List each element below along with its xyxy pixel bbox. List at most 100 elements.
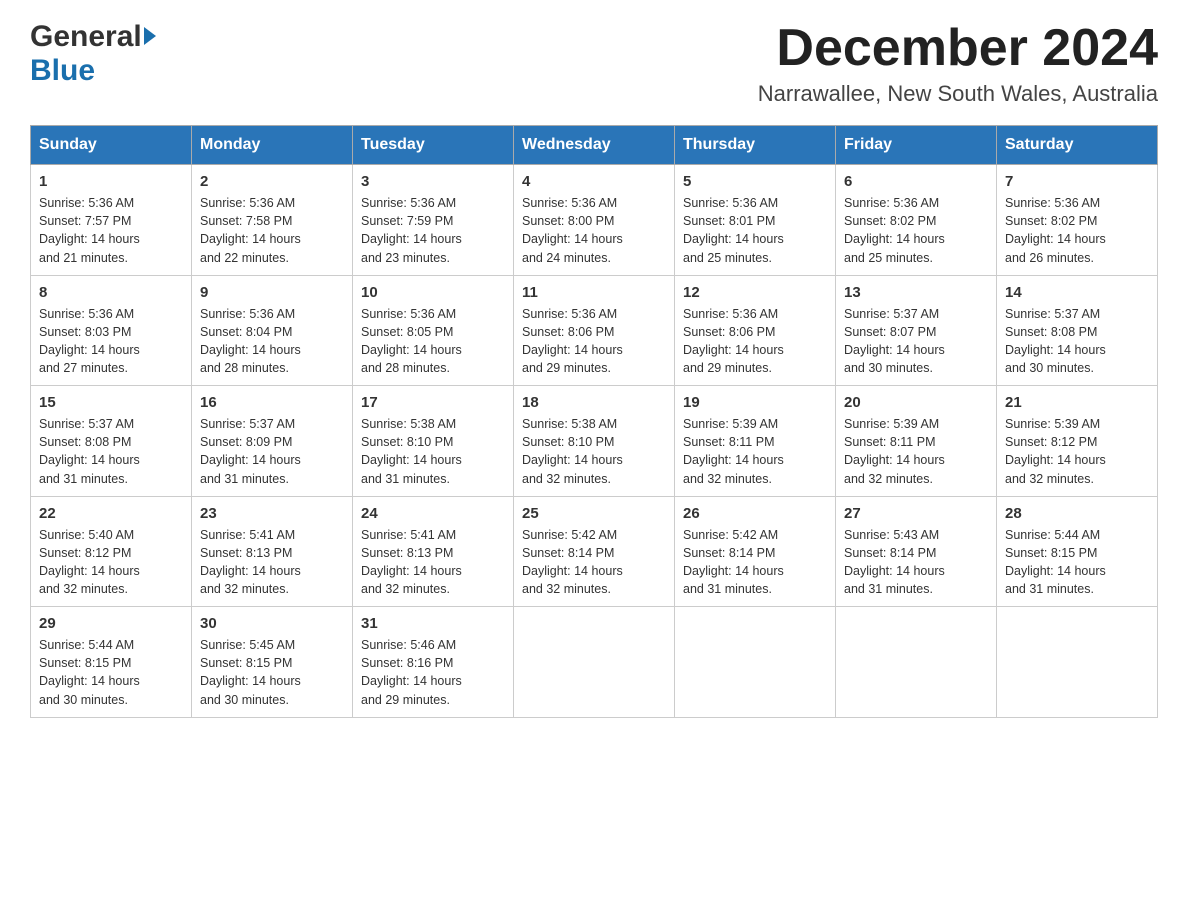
day-cell: 1 Sunrise: 5:36 AMSunset: 7:57 PMDaylight… bbox=[31, 165, 192, 276]
day-number: 9 bbox=[200, 284, 344, 301]
day-info: Sunrise: 5:43 AMSunset: 8:14 PMDaylight:… bbox=[844, 526, 988, 599]
calendar-row: 15 Sunrise: 5:37 AMSunset: 8:08 PMDayligh… bbox=[31, 386, 1158, 497]
day-cell: 15 Sunrise: 5:37 AMSunset: 8:08 PMDayligh… bbox=[31, 386, 192, 497]
day-cell: 26 Sunrise: 5:42 AMSunset: 8:14 PMDayligh… bbox=[675, 496, 836, 607]
day-number: 6 bbox=[844, 173, 988, 190]
day-info: Sunrise: 5:36 AMSunset: 8:06 PMDaylight:… bbox=[683, 305, 827, 378]
day-info: Sunrise: 5:42 AMSunset: 8:14 PMDaylight:… bbox=[683, 526, 827, 599]
day-info: Sunrise: 5:39 AMSunset: 8:12 PMDaylight:… bbox=[1005, 415, 1149, 488]
day-cell: 24Sunrise: 5:41 AMSunset: 8:13 PMDayligh… bbox=[353, 496, 514, 607]
day-info: Sunrise: 5:40 AMSunset: 8:12 PMDaylight:… bbox=[39, 526, 183, 599]
day-info: Sunrise: 5:36 AMSunset: 8:03 PMDaylight:… bbox=[39, 305, 183, 378]
day-number: 27 bbox=[844, 505, 988, 522]
day-cell: 30 Sunrise: 5:45 AMSunset: 8:15 PMDayligh… bbox=[192, 607, 353, 718]
day-cell: 3 Sunrise: 5:36 AMSunset: 7:59 PMDaylight… bbox=[353, 165, 514, 276]
day-cell: 28Sunrise: 5:44 AMSunset: 8:15 PMDayligh… bbox=[997, 496, 1158, 607]
day-info: Sunrise: 5:46 AMSunset: 8:16 PMDaylight:… bbox=[361, 636, 505, 709]
day-number: 8 bbox=[39, 284, 183, 301]
day-info: Sunrise: 5:36 AMSunset: 8:01 PMDaylight:… bbox=[683, 194, 827, 267]
weekday-header-row: SundayMondayTuesdayWednesdayThursdayFrid… bbox=[31, 126, 1158, 165]
day-info: Sunrise: 5:45 AMSunset: 8:15 PMDaylight:… bbox=[200, 636, 344, 709]
weekday-header-monday: Monday bbox=[192, 126, 353, 165]
day-cell: 17 Sunrise: 5:38 AMSunset: 8:10 PMDayligh… bbox=[353, 386, 514, 497]
day-info: Sunrise: 5:39 AMSunset: 8:11 PMDaylight:… bbox=[683, 415, 827, 488]
day-number: 25 bbox=[522, 505, 666, 522]
day-number: 20 bbox=[844, 394, 988, 411]
day-info: Sunrise: 5:37 AMSunset: 8:07 PMDaylight:… bbox=[844, 305, 988, 378]
day-number: 12 bbox=[683, 284, 827, 301]
day-info: Sunrise: 5:36 AMSunset: 8:06 PMDaylight:… bbox=[522, 305, 666, 378]
day-info: Sunrise: 5:36 AMSunset: 8:02 PMDaylight:… bbox=[844, 194, 988, 267]
month-year-title: December 2024 bbox=[758, 20, 1158, 77]
day-cell: 27 Sunrise: 5:43 AMSunset: 8:14 PMDayligh… bbox=[836, 496, 997, 607]
day-number: 15 bbox=[39, 394, 183, 411]
day-cell: 7 Sunrise: 5:36 AMSunset: 8:02 PMDaylight… bbox=[997, 165, 1158, 276]
weekday-header-thursday: Thursday bbox=[675, 126, 836, 165]
day-number: 26 bbox=[683, 505, 827, 522]
day-cell: 21 Sunrise: 5:39 AMSunset: 8:12 PMDayligh… bbox=[997, 386, 1158, 497]
day-info: Sunrise: 5:44 AMSunset: 8:15 PMDaylight:… bbox=[1005, 526, 1149, 599]
day-cell: 13Sunrise: 5:37 AMSunset: 8:07 PMDayligh… bbox=[836, 275, 997, 386]
day-number: 29 bbox=[39, 615, 183, 632]
weekday-header-friday: Friday bbox=[836, 126, 997, 165]
location-subtitle: Narrawallee, New South Wales, Australia bbox=[758, 81, 1158, 107]
day-cell: 4Sunrise: 5:36 AMSunset: 8:00 PMDaylight… bbox=[514, 165, 675, 276]
weekday-header-saturday: Saturday bbox=[997, 126, 1158, 165]
title-section: December 2024 Narrawallee, New South Wal… bbox=[758, 20, 1158, 107]
day-number: 31 bbox=[361, 615, 505, 632]
day-cell: 14 Sunrise: 5:37 AMSunset: 8:08 PMDayligh… bbox=[997, 275, 1158, 386]
day-info: Sunrise: 5:37 AMSunset: 8:09 PMDaylight:… bbox=[200, 415, 344, 488]
day-number: 17 bbox=[361, 394, 505, 411]
calendar-row: 8 Sunrise: 5:36 AMSunset: 8:03 PMDaylight… bbox=[31, 275, 1158, 386]
day-info: Sunrise: 5:37 AMSunset: 8:08 PMDaylight:… bbox=[39, 415, 183, 488]
day-number: 22 bbox=[39, 505, 183, 522]
day-info: Sunrise: 5:41 AMSunset: 8:13 PMDaylight:… bbox=[361, 526, 505, 599]
weekday-header-wednesday: Wednesday bbox=[514, 126, 675, 165]
empty-cell bbox=[675, 607, 836, 718]
day-cell: 5 Sunrise: 5:36 AMSunset: 8:01 PMDaylight… bbox=[675, 165, 836, 276]
logo-blue-text: Blue bbox=[30, 54, 95, 88]
day-cell: 8 Sunrise: 5:36 AMSunset: 8:03 PMDaylight… bbox=[31, 275, 192, 386]
day-number: 18 bbox=[522, 394, 666, 411]
day-cell: 16 Sunrise: 5:37 AMSunset: 8:09 PMDayligh… bbox=[192, 386, 353, 497]
day-cell: 22 Sunrise: 5:40 AMSunset: 8:12 PMDayligh… bbox=[31, 496, 192, 607]
day-number: 16 bbox=[200, 394, 344, 411]
day-info: Sunrise: 5:37 AMSunset: 8:08 PMDaylight:… bbox=[1005, 305, 1149, 378]
logo-general-text: General bbox=[30, 20, 142, 54]
day-number: 4 bbox=[522, 173, 666, 190]
day-cell: 23Sunrise: 5:41 AMSunset: 8:13 PMDayligh… bbox=[192, 496, 353, 607]
day-info: Sunrise: 5:39 AMSunset: 8:11 PMDaylight:… bbox=[844, 415, 988, 488]
logo-arrow-icon bbox=[144, 27, 156, 45]
day-info: Sunrise: 5:36 AMSunset: 8:05 PMDaylight:… bbox=[361, 305, 505, 378]
day-info: Sunrise: 5:36 AMSunset: 7:59 PMDaylight:… bbox=[361, 194, 505, 267]
day-number: 19 bbox=[683, 394, 827, 411]
day-info: Sunrise: 5:44 AMSunset: 8:15 PMDaylight:… bbox=[39, 636, 183, 709]
day-number: 2 bbox=[200, 173, 344, 190]
calendar-row: 29 Sunrise: 5:44 AMSunset: 8:15 PMDayligh… bbox=[31, 607, 1158, 718]
day-number: 11 bbox=[522, 284, 666, 301]
day-info: Sunrise: 5:36 AMSunset: 7:57 PMDaylight:… bbox=[39, 194, 183, 267]
day-number: 14 bbox=[1005, 284, 1149, 301]
day-info: Sunrise: 5:36 AMSunset: 7:58 PMDaylight:… bbox=[200, 194, 344, 267]
day-info: Sunrise: 5:38 AMSunset: 8:10 PMDaylight:… bbox=[522, 415, 666, 488]
day-number: 23 bbox=[200, 505, 344, 522]
day-info: Sunrise: 5:36 AMSunset: 8:02 PMDaylight:… bbox=[1005, 194, 1149, 267]
day-number: 10 bbox=[361, 284, 505, 301]
day-cell: 6 Sunrise: 5:36 AMSunset: 8:02 PMDaylight… bbox=[836, 165, 997, 276]
calendar-table: SundayMondayTuesdayWednesdayThursdayFrid… bbox=[30, 125, 1158, 718]
day-cell: 2 Sunrise: 5:36 AMSunset: 7:58 PMDaylight… bbox=[192, 165, 353, 276]
calendar-body: 1 Sunrise: 5:36 AMSunset: 7:57 PMDaylight… bbox=[31, 165, 1158, 718]
day-cell: 19 Sunrise: 5:39 AMSunset: 8:11 PMDayligh… bbox=[675, 386, 836, 497]
calendar-row: 22 Sunrise: 5:40 AMSunset: 8:12 PMDayligh… bbox=[31, 496, 1158, 607]
weekday-header-sunday: Sunday bbox=[31, 126, 192, 165]
logo: General Blue bbox=[30, 20, 156, 88]
day-number: 30 bbox=[200, 615, 344, 632]
day-number: 5 bbox=[683, 173, 827, 190]
day-number: 21 bbox=[1005, 394, 1149, 411]
day-info: Sunrise: 5:38 AMSunset: 8:10 PMDaylight:… bbox=[361, 415, 505, 488]
day-number: 1 bbox=[39, 173, 183, 190]
day-cell: 9Sunrise: 5:36 AMSunset: 8:04 PMDaylight… bbox=[192, 275, 353, 386]
day-number: 7 bbox=[1005, 173, 1149, 190]
day-cell: 29 Sunrise: 5:44 AMSunset: 8:15 PMDayligh… bbox=[31, 607, 192, 718]
day-number: 3 bbox=[361, 173, 505, 190]
